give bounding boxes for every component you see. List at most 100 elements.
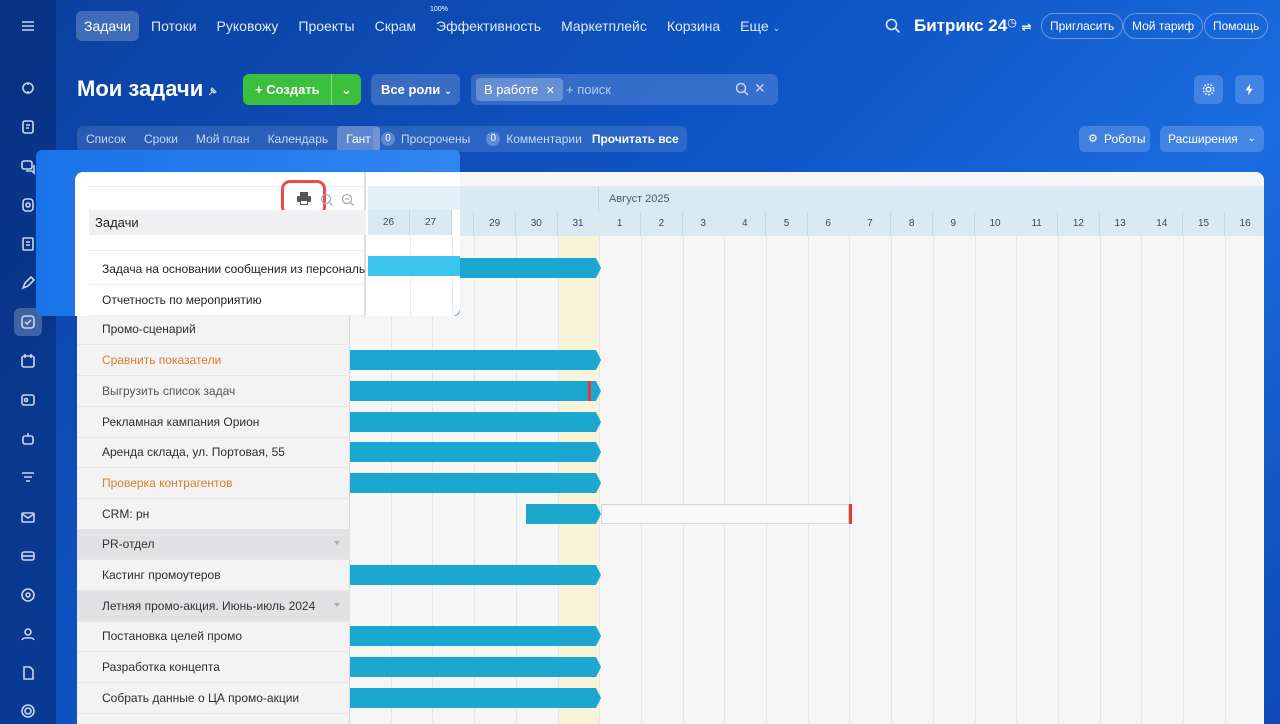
chevron-down-icon[interactable] [334, 541, 340, 546]
robots-button[interactable]: ⚙ Роботы [1079, 126, 1150, 152]
task-row[interactable]: Проверка контрагентов [77, 468, 350, 499]
filter-icon[interactable] [14, 464, 42, 492]
lightning-button[interactable] [1235, 75, 1264, 104]
robot-icon[interactable] [14, 425, 42, 453]
tasks-subheader [89, 235, 366, 251]
storage-icon[interactable] [14, 542, 42, 570]
clear-icon[interactable]: ✕ [754, 80, 766, 97]
task-bar[interactable] [350, 472, 602, 493]
nav-tasks[interactable]: Задачи [76, 11, 140, 41]
users-icon[interactable] [14, 620, 42, 648]
extensions-dropdown[interactable]: Расширения ⌄ [1160, 126, 1264, 152]
day-header: 12 [1057, 212, 1100, 236]
task-bar[interactable] [350, 411, 602, 432]
brand-logo[interactable]: Битрикс 24◷ ⇌ [914, 16, 1032, 36]
gear-icon [1202, 83, 1215, 96]
notes-icon[interactable] [14, 113, 42, 141]
task-row[interactable]: Кастинг промоутеров [77, 560, 350, 591]
nav-scrum[interactable]: Скрам [367, 11, 424, 41]
my-tariff-button[interactable]: Мой тариф [1123, 13, 1204, 39]
task-row[interactable]: Постановка целей промо [77, 621, 350, 653]
comments-filter[interactable]: Комментарии [506, 132, 582, 146]
task-row[interactable]: Аренда склада, ул. Портовая, 55 [77, 437, 350, 469]
grid-line [891, 236, 893, 724]
nav-projects[interactable]: Проекты [290, 11, 362, 41]
close-icon[interactable]: ✕ [546, 85, 555, 97]
task-bar[interactable] [350, 657, 602, 678]
plus-icon: + [255, 82, 263, 97]
menu-icon[interactable] [14, 12, 42, 40]
mail-icon[interactable] [14, 503, 42, 531]
task-bar[interactable] [525, 503, 602, 524]
nav-efficiency[interactable]: 100% Эффективность [428, 6, 549, 41]
calendar-icon[interactable] [14, 347, 42, 375]
nav-trash[interactable]: Корзина [659, 11, 728, 41]
read-all-button[interactable]: Прочитать все [592, 132, 679, 146]
search-icon[interactable] [734, 81, 750, 97]
search-icon[interactable] [884, 17, 902, 35]
zoom-in-icon[interactable] [320, 193, 334, 207]
contacts-icon[interactable] [14, 386, 42, 414]
task-bar[interactable] [350, 687, 602, 708]
settings-icon[interactable] [14, 697, 42, 724]
task-bar[interactable] [350, 565, 602, 585]
overdue-extension [601, 503, 850, 524]
grid-line [849, 236, 851, 724]
task-row[interactable]: Выгрузить список задач [77, 376, 350, 407]
chevron-down-icon[interactable] [334, 602, 340, 607]
page-title: Мои задачи [77, 76, 204, 101]
day-header: 3 [682, 212, 725, 236]
day-header: 15 [1183, 212, 1225, 236]
target-icon[interactable] [14, 581, 42, 609]
overdue-filter[interactable]: Просрочены [401, 132, 470, 146]
pin-icon[interactable] [206, 86, 218, 98]
help-button[interactable]: Помощь [1204, 13, 1269, 39]
task-row[interactable]: Разработка концепта [77, 652, 350, 684]
file-icon[interactable] [14, 659, 42, 687]
feed-icon[interactable] [14, 74, 42, 102]
search-input[interactable]: + поиск [566, 82, 611, 97]
sliders-icon: ⇌ [1021, 20, 1032, 34]
view-my-plan[interactable]: Мой план [187, 126, 259, 152]
task-row[interactable]: Задача на основании сообщения из персона… [89, 254, 366, 285]
panel-timeline: 26 27 [368, 172, 460, 316]
gear-button[interactable] [1194, 75, 1223, 104]
view-list[interactable]: Список [77, 126, 135, 152]
nav-flows[interactable]: Потоки [143, 11, 205, 41]
view-deadlines[interactable]: Сроки [135, 126, 187, 152]
nav-more[interactable]: Еще ⌄ [732, 11, 788, 41]
task-bar[interactable] [368, 256, 460, 276]
day-header: 7 [849, 212, 892, 236]
left-rail [0, 0, 56, 724]
task-row[interactable]: Промо-сценарий [77, 314, 350, 346]
group-row[interactable]: PR-отдел [77, 529, 350, 561]
task-row[interactable]: Сравнить показатели [77, 345, 350, 377]
create-button[interactable]: + Создать ⌄ [243, 74, 361, 105]
invite-button[interactable]: Пригласить [1041, 13, 1124, 39]
chevron-down-icon[interactable]: ⌄ [331, 74, 361, 105]
task-bar[interactable] [350, 350, 602, 371]
comments-count: 0 [486, 132, 501, 146]
view-calendar[interactable]: Календарь [259, 126, 338, 152]
clock-icon: ◷ [1007, 17, 1017, 29]
nav-marketplace[interactable]: Маркетплейс [553, 11, 655, 41]
task-bar[interactable] [350, 442, 602, 463]
task-bar[interactable] [350, 626, 602, 647]
zoom-out-icon[interactable] [341, 193, 355, 207]
day-header: 13 [1099, 212, 1142, 236]
task-row[interactable]: Отчетность по мероприятию [89, 285, 366, 316]
task-bar[interactable] [350, 380, 602, 401]
nav-managing[interactable]: Руковожу [209, 11, 287, 41]
task-row[interactable]: CRM: рн [77, 499, 350, 530]
filter-tag[interactable]: В работе ✕ [476, 78, 564, 101]
grid-line [1224, 236, 1226, 724]
task-row[interactable]: Собрать данные о ЦА промо-акции [77, 683, 350, 714]
group-row[interactable]: Летняя промо-акция. Июнь-июль 2024 [77, 590, 350, 622]
filter-search-box[interactable]: В работе ✕ + поиск ✕ [471, 74, 778, 105]
roles-dropdown[interactable]: Все роли ⌄ [371, 74, 460, 105]
nav-efficiency-label: Эффективность [436, 18, 542, 34]
grid-line [932, 236, 934, 724]
today-column [557, 212, 600, 724]
task-row[interactable]: Рекламная кампания Орион [77, 407, 350, 438]
create-label: Создать [266, 82, 320, 97]
